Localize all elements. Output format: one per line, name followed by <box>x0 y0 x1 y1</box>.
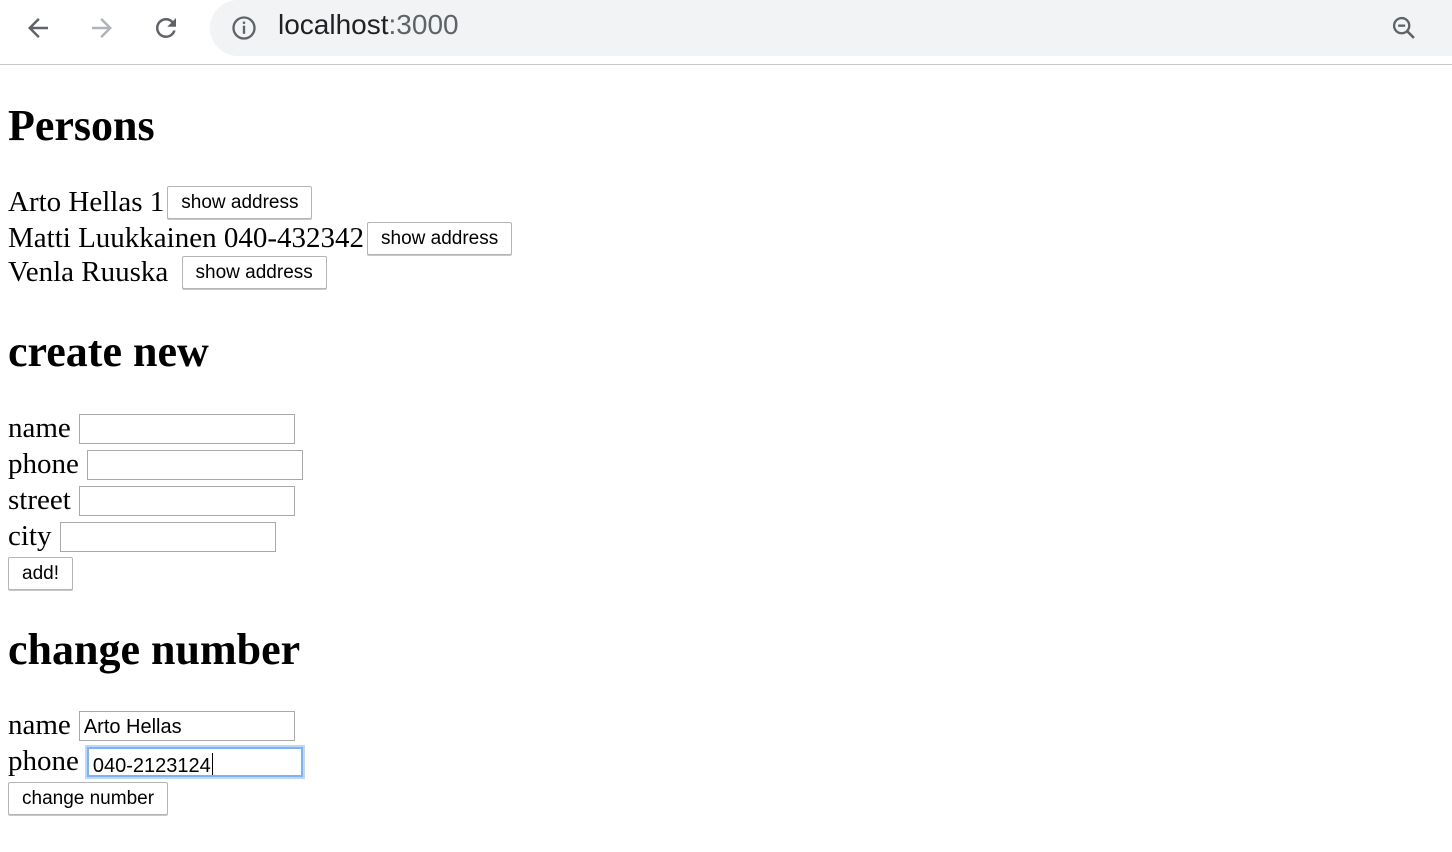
change-phone-value: 040-2123124 <box>92 754 211 777</box>
create-city-row: city <box>8 520 276 553</box>
browser-toolbar: localhost:3000 <box>0 0 1452 65</box>
person-row: Venla Ruuska show address <box>8 256 327 289</box>
back-icon[interactable] <box>20 10 56 46</box>
create-name-row: name <box>8 412 295 445</box>
field-label: city <box>8 520 52 552</box>
person-row: Arto Hellas 1 show address <box>8 186 313 219</box>
create-city-input[interactable] <box>59 521 276 552</box>
change-phone-row: phone 040-2123124 <box>8 745 303 778</box>
change-number-button[interactable]: change number <box>8 782 169 815</box>
change-name-row: name Arto Hellas <box>8 709 295 742</box>
field-label: street <box>8 484 71 516</box>
change-phone-input[interactable]: 040-2123124 <box>86 746 303 777</box>
address-bar[interactable]: localhost:3000 <box>210 0 1452 56</box>
person-row: Matti Luukkainen 040-432342 show address <box>8 222 513 255</box>
show-address-button[interactable]: show address <box>167 186 313 219</box>
field-label: name <box>8 412 71 444</box>
person-name: Arto Hellas <box>8 186 143 218</box>
show-address-button[interactable]: show address <box>181 256 327 289</box>
create-phone-input[interactable] <box>86 449 303 480</box>
show-address-button[interactable]: show address <box>367 222 513 255</box>
person-phone: 1 <box>149 186 165 218</box>
url-port: :3000 <box>388 9 459 40</box>
person-phone: 040-432342 <box>223 222 365 254</box>
person-name: Venla Ruuska <box>8 256 169 288</box>
change-name-input[interactable]: Arto Hellas <box>78 710 295 741</box>
person-name: Matti Luukkainen <box>8 222 217 254</box>
url-host: localhost <box>278 9 389 40</box>
url-text[interactable]: localhost:3000 <box>278 9 459 41</box>
create-street-row: street <box>8 484 295 517</box>
change-number-row: change number <box>8 782 169 815</box>
field-label: name <box>8 709 71 741</box>
add-row: add! <box>8 557 73 590</box>
field-label: phone <box>8 745 79 777</box>
create-street-input[interactable] <box>78 485 295 516</box>
create-phone-row: phone <box>8 448 303 481</box>
change-number-heading: change number <box>8 625 301 674</box>
zoom-icon[interactable] <box>1390 14 1418 47</box>
info-icon[interactable] <box>230 14 258 47</box>
create-new-heading: create new <box>8 327 209 376</box>
text-caret <box>211 752 213 775</box>
create-name-input[interactable] <box>78 413 295 444</box>
reload-icon[interactable] <box>148 10 184 46</box>
add-button[interactable]: add! <box>8 557 73 590</box>
field-label: phone <box>8 448 79 480</box>
forward-icon[interactable] <box>84 10 120 46</box>
persons-heading: Persons <box>8 101 155 150</box>
